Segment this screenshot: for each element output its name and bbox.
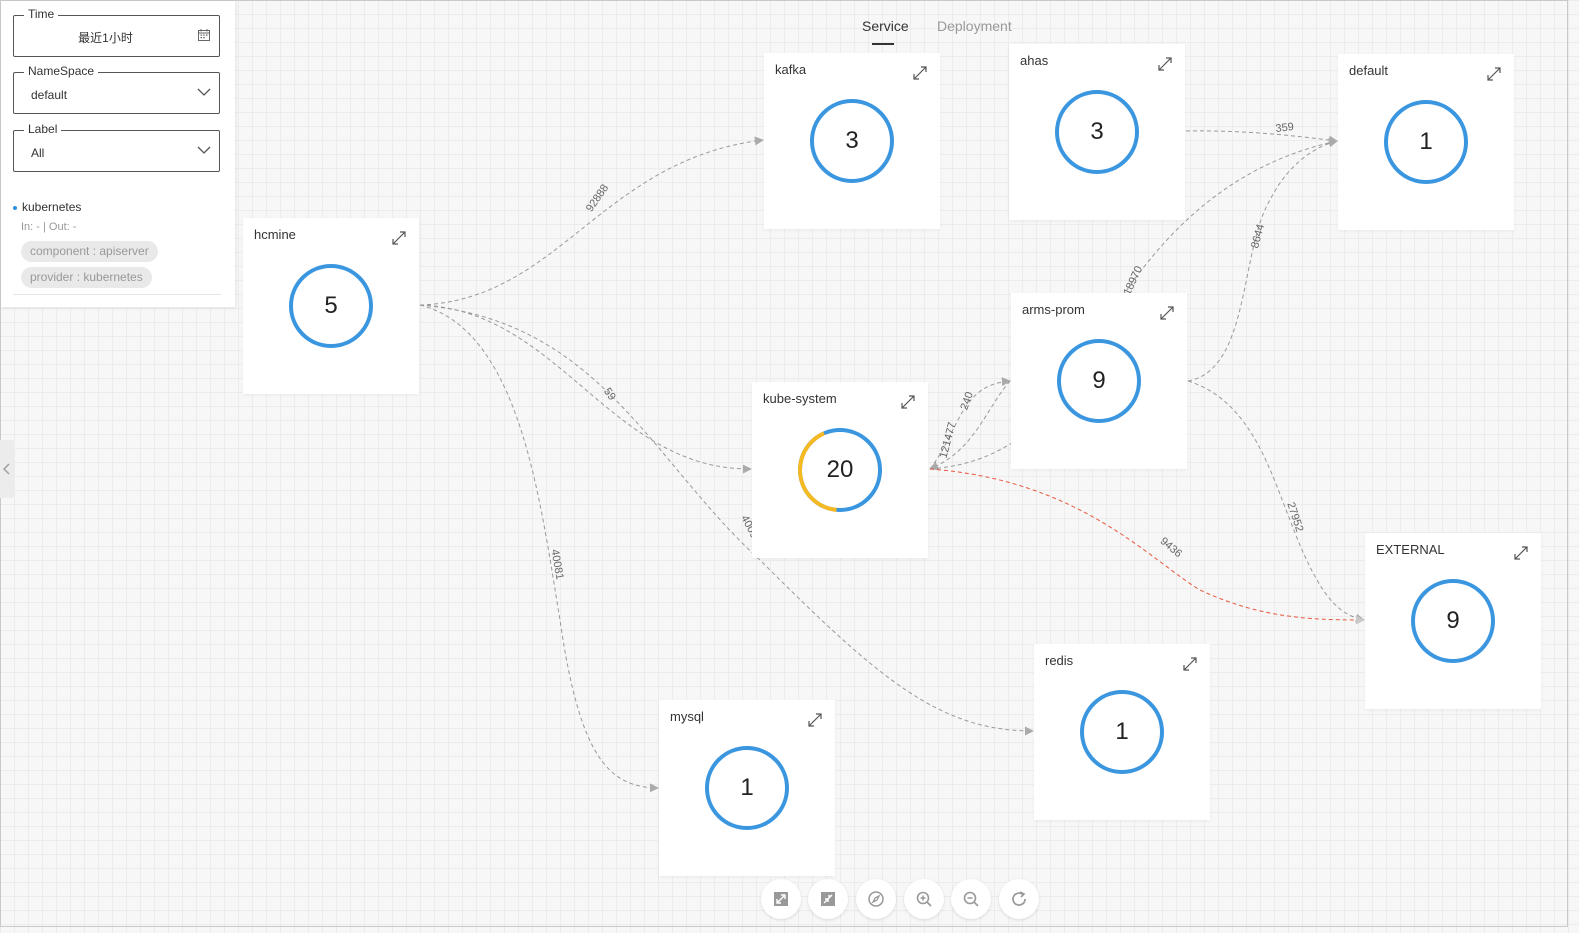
node-kube-system[interactable]: kube-system 20	[752, 382, 928, 558]
node-title: mysql	[670, 709, 704, 724]
node-title: kube-system	[763, 391, 837, 406]
node-count: 1	[1419, 128, 1433, 155]
node-count: 20	[826, 456, 854, 483]
chevron-down-icon	[197, 88, 211, 96]
time-picker[interactable]: Time 最近1小时	[13, 7, 220, 57]
active-tab-indicator	[872, 43, 894, 45]
locate-button[interactable]	[856, 879, 896, 919]
node-ahas[interactable]: ahas 3	[1009, 44, 1185, 220]
node-redis[interactable]: redis 1	[1034, 644, 1210, 820]
node-count: 5	[324, 292, 338, 319]
node-title: kafka	[775, 62, 807, 77]
expand-icon[interactable]	[807, 712, 823, 728]
expand-icon[interactable]	[1157, 56, 1173, 72]
zoom-in-icon	[916, 891, 932, 907]
expand-icon[interactable]	[391, 230, 407, 246]
label-label: Label	[24, 122, 62, 136]
node-default[interactable]: default 1	[1338, 54, 1514, 230]
edge-label: 240	[958, 390, 976, 411]
selected-node-name[interactable]: kubernetes	[13, 200, 81, 214]
tag-component[interactable]: component : apiserver	[21, 241, 158, 262]
edge-hcmine-to-kafka[interactable]	[419, 136, 764, 306]
node-arms-prom[interactable]: arms-prom 9	[1011, 293, 1187, 469]
edge-ahas-to-default[interactable]	[1185, 130, 1338, 145]
node-title: EXTERNAL	[1376, 542, 1445, 557]
edge-hcmine-to-mysql[interactable]	[419, 304, 659, 793]
fullscreen-icon	[774, 892, 788, 906]
label-value: All	[31, 146, 45, 160]
label-select[interactable]: Label All	[13, 122, 220, 172]
edge-label: 92888	[584, 182, 611, 214]
bullet-icon	[13, 205, 17, 210]
namespace-label: NameSpace	[24, 64, 99, 78]
tab-service[interactable]: Service	[862, 18, 909, 34]
in-out-stats: In: - | Out: -	[21, 221, 77, 233]
node-mysql[interactable]: mysql 1	[659, 700, 835, 876]
node-count: 9	[1092, 367, 1106, 394]
refresh-icon	[1012, 891, 1026, 906]
node-count: 1	[740, 774, 754, 801]
tag-provider[interactable]: provider : kubernetes	[21, 267, 152, 288]
fit-view-button[interactable]	[761, 879, 801, 919]
chevron-down-icon	[197, 146, 211, 154]
edge-label: 8644	[1249, 223, 1267, 250]
edge-label: 40081	[548, 548, 565, 580]
node-count: 9	[1446, 607, 1460, 634]
calendar-icon	[198, 29, 210, 41]
chevron-left-icon	[3, 463, 10, 475]
node-external[interactable]: EXTERNAL 9	[1365, 533, 1541, 709]
edge-hcmine-to-redis[interactable]	[419, 304, 1034, 736]
expand-icon[interactable]	[1182, 656, 1198, 672]
node-count: 1	[1115, 718, 1129, 745]
zoom-in-button[interactable]	[904, 879, 944, 919]
expand-icon[interactable]	[1159, 305, 1175, 321]
node-count: 3	[1090, 118, 1104, 145]
expand-icon[interactable]	[1486, 66, 1502, 82]
edge-label: 27952	[1284, 501, 1305, 534]
expand-icon[interactable]	[1513, 545, 1529, 561]
refresh-button[interactable]	[999, 879, 1039, 919]
edge-label: 359	[1275, 121, 1295, 135]
node-kafka[interactable]: kafka 3	[764, 53, 940, 229]
edge-arms-prom-to-external[interactable]	[1187, 380, 1365, 623]
compass-icon	[868, 891, 884, 907]
time-value: 最近1小时	[78, 31, 133, 45]
edge-label: 9436	[1158, 535, 1184, 560]
node-title: default	[1349, 63, 1389, 78]
shrink-icon	[821, 892, 835, 906]
namespace-value: default	[31, 88, 68, 102]
node-title: arms-prom	[1022, 302, 1085, 317]
node-hcmine[interactable]: hcmine 5	[243, 218, 419, 394]
shrink-view-button[interactable]	[808, 879, 848, 919]
edge-hcmine-to-kube-system[interactable]	[419, 304, 752, 474]
edge-arms-prom-to-default[interactable]	[1187, 138, 1338, 382]
namespace-select[interactable]: NameSpace default	[13, 64, 220, 114]
divider	[13, 294, 221, 295]
node-title: ahas	[1020, 53, 1049, 68]
zoom-out-button[interactable]	[951, 879, 991, 919]
filter-panel: Time 最近1小时 NameSpace default Label All k…	[1, 1, 235, 307]
expand-icon[interactable]	[912, 65, 928, 81]
tab-deployment[interactable]: Deployment	[937, 18, 1012, 34]
node-title: redis	[1045, 653, 1074, 668]
zoom-out-icon	[963, 891, 979, 907]
node-title: hcmine	[254, 227, 296, 242]
expand-icon[interactable]	[900, 394, 916, 410]
node-count: 3	[845, 127, 859, 154]
edge-kube-system-to-external[interactable]	[929, 468, 1365, 625]
time-label: Time	[24, 7, 59, 21]
collapse-panel-button[interactable]	[0, 440, 15, 498]
